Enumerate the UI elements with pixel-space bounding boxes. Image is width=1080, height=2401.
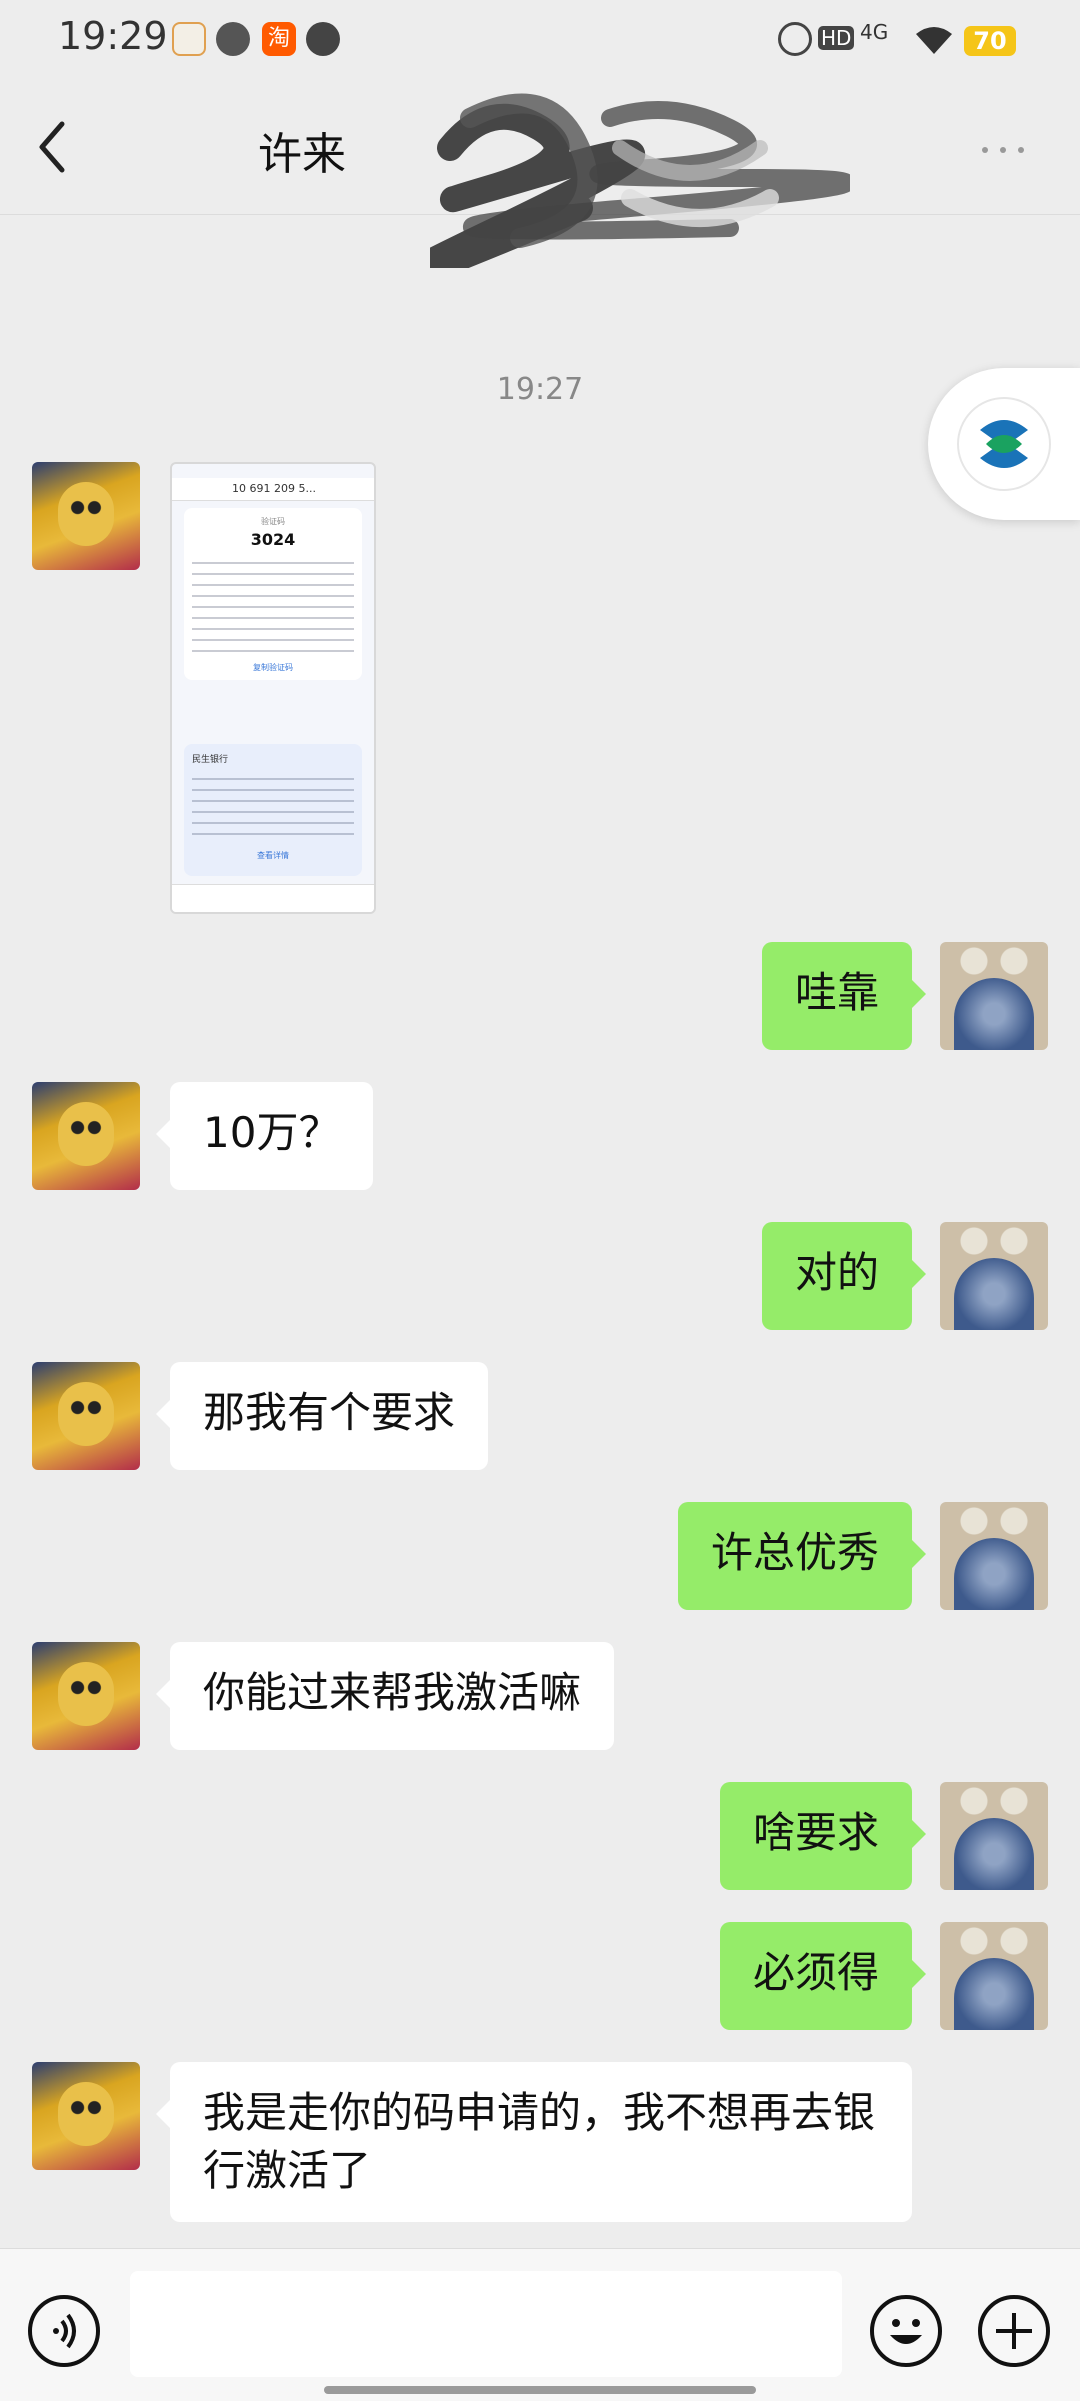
weibo-icon	[172, 22, 206, 56]
hd-badge: HD	[818, 26, 855, 50]
sent-message[interactable]: 必须得	[719, 1922, 927, 2030]
voice-icon[interactable]	[28, 2295, 100, 2367]
chat-title: 许来	[258, 129, 346, 180]
thumb-sender-number: 10 691 209 5...	[232, 482, 316, 495]
emoji-icon[interactable]	[870, 2295, 942, 2367]
thumb-input-bar	[172, 884, 374, 912]
fan-icon	[216, 22, 250, 56]
contact-avatar[interactable]	[32, 462, 140, 570]
message-timestamp: 19:27	[496, 372, 584, 407]
contact-avatar[interactable]	[32, 2062, 140, 2170]
received-message[interactable]: 10万？	[155, 1082, 374, 1190]
chat-header: 许来	[0, 84, 1080, 268]
thumb-card2-title: 民生银行	[192, 755, 229, 765]
taobao-icon: 淘	[262, 22, 296, 56]
received-message[interactable]: 你能过来帮我激活嘛	[155, 1642, 615, 1750]
wifi-icon	[916, 27, 952, 54]
my-avatar[interactable]	[940, 1782, 1048, 1890]
my-avatar[interactable]	[940, 1922, 1048, 2030]
thumb-card2-lines	[192, 772, 354, 836]
my-avatar[interactable]	[940, 1222, 1048, 1330]
plus-icon[interactable]	[978, 2295, 1050, 2367]
received-message[interactable]: 我是走你的码申请的，我不想再去银行激活了	[156, 2062, 912, 2222]
home-indicator[interactable]	[324, 2386, 756, 2394]
contact-avatar[interactable]	[32, 1362, 140, 1470]
message-input[interactable]	[130, 2271, 842, 2377]
thumb-code: 3024	[250, 530, 296, 549]
thumb-link-1: 复制验证码	[253, 663, 293, 672]
redaction-scribble	[430, 93, 850, 268]
alarm-icon	[778, 22, 812, 56]
more-options-icon[interactable]	[975, 140, 1035, 160]
compass-icon	[306, 22, 340, 56]
thumb-code-label: 验证码	[261, 517, 285, 526]
sent-message[interactable]: 许总优秀	[677, 1502, 927, 1610]
thumb-text-lines	[192, 556, 354, 652]
my-avatar[interactable]	[940, 1502, 1048, 1610]
thumb-bank-card: 民生银行 查看详情	[184, 744, 362, 876]
status-time: 19:29	[58, 14, 168, 58]
screenshot-image-message[interactable]: 10 691 209 5... 验证码 3024 复制验证码 民生银行 查看详情	[170, 462, 376, 914]
thumb-code-card: 验证码 3024 复制验证码	[184, 508, 362, 680]
sent-message[interactable]: 哇靠	[761, 942, 927, 1050]
contact-avatar[interactable]	[32, 1642, 140, 1750]
contact-avatar[interactable]	[32, 1082, 140, 1190]
network-label: 4G	[860, 20, 889, 44]
thumb-link-2: 查看详情	[257, 851, 289, 860]
input-bar	[0, 2248, 1080, 2401]
my-avatar[interactable]	[940, 942, 1048, 1050]
thumb-top-bar: 10 691 209 5...	[172, 478, 374, 501]
battery-indicator: 70	[964, 26, 1016, 56]
sent-message[interactable]: 对的	[761, 1222, 927, 1330]
back-arrow-icon[interactable]	[28, 112, 78, 182]
sent-message[interactable]: 啥要求	[719, 1782, 927, 1890]
received-message[interactable]: 那我有个要求	[155, 1362, 489, 1470]
